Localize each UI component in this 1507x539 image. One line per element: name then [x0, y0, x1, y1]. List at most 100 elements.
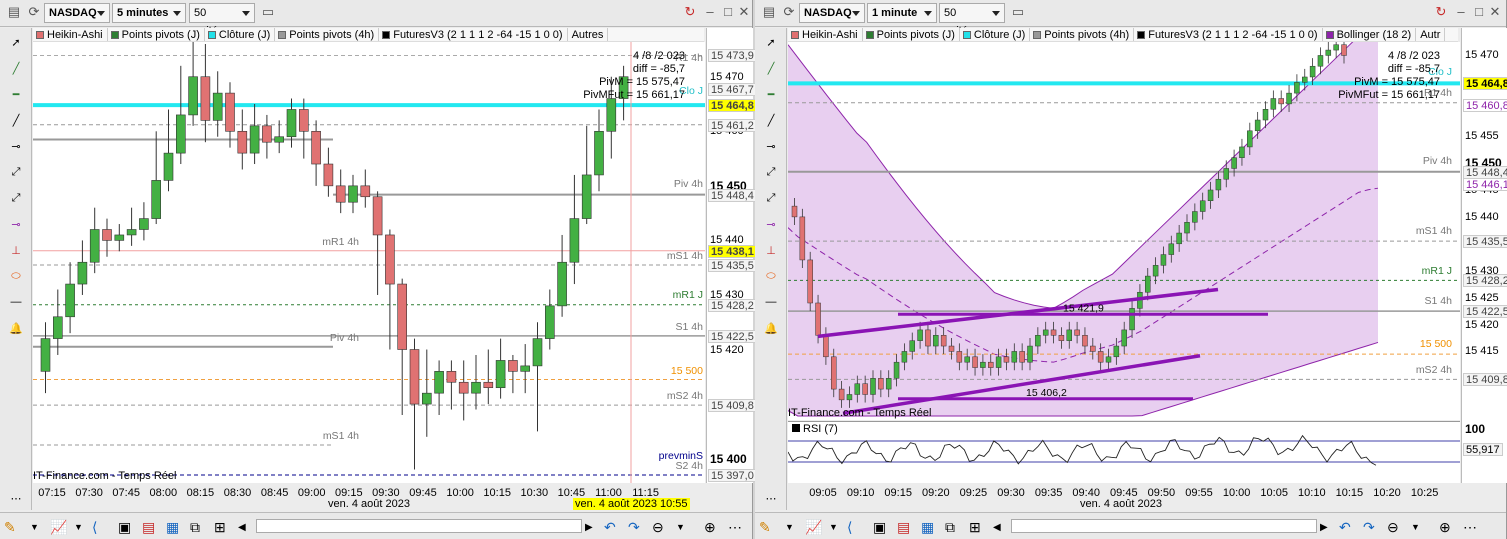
menu-icon[interactable]: ▤ [759, 3, 779, 23]
segment-icon[interactable]: ⊸ [759, 136, 783, 156]
grid-icon[interactable]: ⊞ [969, 517, 981, 537]
chart-type-icon[interactable]: 📈 [50, 517, 67, 537]
redo-icon[interactable]: ↷ [628, 517, 640, 537]
chart-type-icon[interactable]: 📈 [805, 517, 822, 537]
level-icon[interactable]: ⊥ [759, 240, 783, 260]
list-icon[interactable]: ▤ [142, 517, 155, 537]
grid-icon[interactable]: ⊞ [214, 517, 226, 537]
indicator-3[interactable]: Points pivots (4h) [1030, 28, 1135, 41]
ellipse-icon[interactable]: ⬭ [4, 266, 28, 286]
scroll-right-icon[interactable]: ▶ [585, 517, 593, 537]
horizontal-scrollbar[interactable] [256, 519, 582, 533]
link-icon[interactable]: ⟳ [779, 3, 799, 23]
refresh-icon[interactable]: ↻ [1431, 3, 1451, 23]
alert-icon[interactable]: 🔔 [759, 318, 783, 338]
refresh-icon[interactable]: ↻ [680, 3, 700, 23]
indicator-0[interactable]: Heikin-Ashi [788, 28, 863, 41]
ray-icon[interactable]: ⤢ [4, 162, 28, 182]
indicator-0[interactable]: Heikin-Ashi [33, 28, 108, 41]
calendar-icon[interactable]: ▦ [166, 517, 179, 537]
separator-icon[interactable]: — [4, 292, 28, 312]
horizontal-scrollbar[interactable] [1011, 519, 1317, 533]
trend-line-icon[interactable]: ╱ [4, 110, 28, 130]
interval-select[interactable]: 1 minute [867, 3, 937, 23]
minimize-icon[interactable]: – [700, 3, 720, 23]
share-icon[interactable]: ⟨ [92, 517, 97, 537]
indicator-2[interactable]: Clôture (J) [960, 28, 1031, 41]
cursor-icon[interactable]: ➚ [4, 32, 28, 52]
more-icon[interactable]: ⋯ [4, 488, 28, 508]
scroll-right-icon[interactable]: ▶ [1320, 517, 1328, 537]
indicator-5[interactable]: Autres [568, 28, 609, 41]
zoom-out-icon[interactable]: ⊖ [652, 517, 664, 537]
undo-icon[interactable]: ↶ [604, 517, 616, 537]
price-axis[interactable]: 15 47015 46015 45015 44015 43015 42015 4… [706, 28, 757, 483]
units-select[interactable]: 50 unités [939, 3, 1005, 37]
settings-icon[interactable]: ⋯ [728, 517, 742, 537]
line-tool-icon[interactable]: ╱ [4, 58, 28, 78]
scroll-left-icon[interactable]: ◀ [238, 517, 246, 537]
dropdown-icon[interactable]: ▼ [785, 517, 794, 537]
indicator-3[interactable]: Points pivots (4h) [275, 28, 380, 41]
level-icon[interactable]: ⊥ [4, 240, 28, 260]
chart-type-dropdown-icon[interactable]: ▼ [829, 517, 838, 537]
horizontal-line-icon[interactable]: ━ [759, 84, 783, 104]
window-icon[interactable]: ⧉ [945, 517, 955, 537]
zoom-dropdown-icon[interactable]: ▼ [676, 517, 685, 537]
screenshot-icon[interactable]: ▣ [873, 517, 886, 537]
channel-icon[interactable]: ⤢ [759, 188, 783, 208]
fib-icon[interactable]: ⊸ [4, 214, 28, 234]
zoom-in-icon[interactable]: ⊕ [1439, 517, 1451, 537]
price-chart[interactable]: R1 4h Clo J Piv 4h mR1 4h mS1 4h mR1 J S1 4h Pi… [33, 27, 705, 483]
alert-icon[interactable]: 🔔 [4, 318, 28, 338]
line-tool-icon[interactable]: ╱ [759, 58, 783, 78]
more-icon[interactable]: ⋯ [759, 488, 783, 508]
rsi-pane[interactable]: RSI (7) [787, 421, 1460, 483]
undo-icon[interactable]: ↶ [1339, 517, 1351, 537]
screenshot-icon[interactable]: ▣ [118, 517, 131, 537]
window-icon[interactable]: ⧉ [190, 517, 200, 537]
indicator-4[interactable]: FuturesV3 (2 1 1 1 2 -64 -15 1 0 0) [1134, 28, 1323, 41]
zoom-out-icon[interactable]: ⊖ [1387, 517, 1399, 537]
zoom-dropdown-icon[interactable]: ▼ [1411, 517, 1420, 537]
segment-icon[interactable]: ⊸ [4, 136, 28, 156]
units-select[interactable]: 50 unités [189, 3, 255, 37]
dropdown-icon[interactable]: ▼ [30, 517, 39, 537]
menu-icon[interactable]: ▤ [4, 3, 24, 23]
indicator-1[interactable]: Points pivots (J) [108, 28, 205, 41]
channel-icon[interactable]: ⤢ [4, 188, 28, 208]
expand-icon[interactable]: ▭ [1008, 3, 1028, 23]
tools-icon[interactable]: ✎ [4, 517, 16, 537]
indicator-2[interactable]: Clôture (J) [205, 28, 276, 41]
horizontal-line-icon[interactable]: ━ [4, 84, 28, 104]
close-icon[interactable]: ✕ [734, 3, 754, 23]
trend-line-icon[interactable]: ╱ [759, 110, 783, 130]
fib-icon[interactable]: ⊸ [759, 214, 783, 234]
symbol-select[interactable]: NASDAQ [799, 3, 865, 23]
calendar-icon[interactable]: ▦ [921, 517, 934, 537]
cursor-icon[interactable]: ➚ [759, 32, 783, 52]
settings-icon[interactable]: ⋯ [1463, 517, 1477, 537]
list-icon[interactable]: ▤ [897, 517, 910, 537]
ray-icon[interactable]: ⤢ [759, 162, 783, 182]
tools-icon[interactable]: ✎ [759, 517, 771, 537]
indicator-5[interactable]: Bollinger (18 2) [1323, 28, 1417, 41]
interval-select[interactable]: 5 minutes [112, 3, 186, 23]
separator-icon[interactable]: — [759, 292, 783, 312]
zoom-in-icon[interactable]: ⊕ [704, 517, 716, 537]
indicator-4[interactable]: FuturesV3 (2 1 1 1 2 -64 -15 1 0 0) [379, 28, 568, 41]
close-icon[interactable]: ✕ [1485, 3, 1505, 23]
price-axis[interactable]: 15 47015 46515 46015 45515 45015 44515 4… [1461, 28, 1507, 483]
ellipse-icon[interactable]: ⬭ [759, 266, 783, 286]
expand-icon[interactable]: ▭ [258, 3, 278, 23]
share-icon[interactable]: ⟨ [847, 517, 852, 537]
indicator-1[interactable]: Points pivots (J) [863, 28, 960, 41]
indicator-6[interactable]: Autr [1416, 28, 1446, 41]
redo-icon[interactable]: ↷ [1363, 517, 1375, 537]
chart-type-dropdown-icon[interactable]: ▼ [74, 517, 83, 537]
candle-body [807, 259, 813, 304]
minimize-icon[interactable]: – [1451, 3, 1471, 23]
link-icon[interactable]: ⟳ [24, 3, 44, 23]
scroll-left-icon[interactable]: ◀ [993, 517, 1001, 537]
symbol-select[interactable]: NASDAQ [44, 3, 110, 23]
